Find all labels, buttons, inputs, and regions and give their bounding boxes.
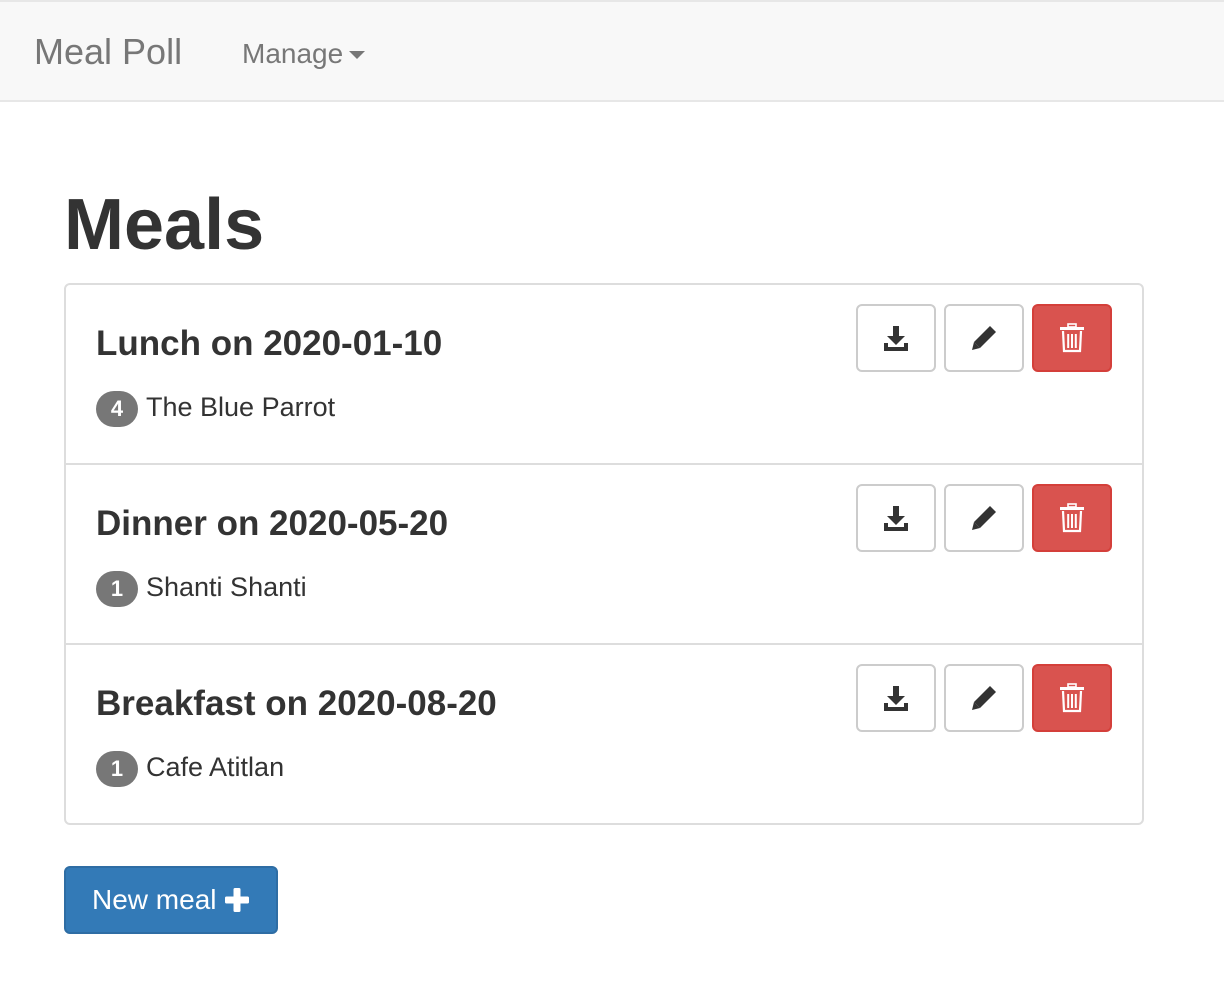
meal-title: Lunch on 2020-01-10 (96, 324, 443, 363)
download-icon (884, 686, 908, 711)
meal-restaurant: 1 Cafe Atitlan (96, 747, 284, 787)
meal-list: Lunch on 2020-01-10 4 The Blue Parrot Di… (64, 283, 1144, 825)
delete-button[interactable] (1032, 484, 1112, 552)
vote-count-badge: 4 (96, 391, 138, 427)
download-icon (884, 326, 908, 351)
delete-button[interactable] (1032, 664, 1112, 732)
meal-title: Breakfast on 2020-08-20 (96, 684, 497, 723)
chevron-down-icon (349, 51, 366, 59)
new-meal-label: New meal (92, 884, 217, 915)
navbar: Meal Poll Manage (0, 0, 1224, 102)
trash-icon (1060, 683, 1084, 713)
manage-dropdown-label: Manage (242, 38, 344, 69)
download-button[interactable] (856, 484, 936, 552)
pencil-icon (972, 506, 996, 530)
manage-dropdown[interactable]: Manage (242, 36, 366, 72)
trash-icon (1060, 323, 1084, 353)
new-meal-button[interactable]: New meal (64, 866, 279, 934)
pencil-icon (972, 686, 996, 710)
pencil-icon (972, 326, 996, 350)
trash-icon (1060, 503, 1084, 533)
edit-button[interactable] (944, 304, 1024, 372)
vote-count-badge: 1 (96, 571, 138, 607)
edit-button[interactable] (944, 664, 1024, 732)
meal-actions (848, 484, 1112, 552)
edit-button[interactable] (944, 484, 1024, 552)
download-button[interactable] (856, 304, 936, 372)
restaurant-name: Shanti Shanti (146, 572, 307, 602)
meal-actions (848, 664, 1112, 732)
brand-link[interactable]: Meal Poll (34, 30, 182, 74)
download-button[interactable] (856, 664, 936, 732)
meal-title: Dinner on 2020-05-20 (96, 504, 449, 543)
page-title: Meals (64, 185, 265, 265)
delete-button[interactable] (1032, 304, 1112, 372)
restaurant-name: Cafe Atitlan (146, 752, 285, 782)
download-icon (884, 506, 908, 531)
list-item: Lunch on 2020-01-10 4 The Blue Parrot (66, 285, 1142, 465)
meal-restaurant: 4 The Blue Parrot (96, 387, 335, 427)
vote-count-badge: 1 (96, 751, 138, 787)
meal-restaurant: 1 Shanti Shanti (96, 567, 307, 607)
list-item: Breakfast on 2020-08-20 1 Cafe Atitlan (66, 645, 1142, 823)
list-item: Dinner on 2020-05-20 1 Shanti Shanti (66, 465, 1142, 645)
plus-icon (224, 887, 250, 913)
restaurant-name: The Blue Parrot (146, 392, 336, 422)
meal-actions (848, 304, 1112, 372)
